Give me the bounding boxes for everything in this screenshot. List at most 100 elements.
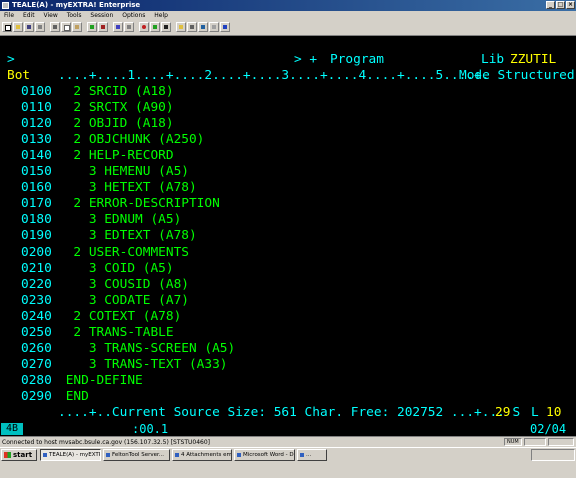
line-number[interactable]: 0250 — [21, 325, 52, 341]
source-code-line[interactable]: 2 SRCID (A18) — [58, 84, 173, 100]
source-code-line[interactable]: 3 TRANS-SCREEN (A5) — [58, 341, 235, 357]
column-ruler: ....+....1....+....2....+....3....+....4… — [58, 68, 490, 83]
taskbar-button[interactable]: TEALE(A) - myEXTRA!... — [40, 449, 101, 461]
new-icon[interactable] — [2, 22, 12, 32]
source-code-line[interactable]: 2 SRCTX (A90) — [58, 100, 173, 116]
system-tray — [531, 449, 575, 461]
menu-help[interactable]: Help — [154, 11, 168, 20]
line-label: L — [531, 405, 539, 420]
source-code-line[interactable]: 2 COTEXT (A78) — [58, 309, 181, 325]
maximize-button[interactable]: □ — [556, 1, 565, 9]
command-prompt[interactable]: > — [7, 52, 15, 68]
library-name: ZZUTIL — [510, 52, 557, 67]
menu-tools[interactable]: Tools — [67, 11, 82, 20]
taskbar-button[interactable]: 4 Attachments emai... — [172, 449, 232, 461]
line-number[interactable]: 0140 — [21, 148, 52, 164]
help-icon[interactable] — [220, 22, 230, 32]
line-number[interactable]: 0120 — [21, 116, 52, 132]
play-icon[interactable] — [150, 22, 160, 32]
source-code-line[interactable]: 2 OBJCHUNK (A250) — [58, 132, 204, 148]
menu-options[interactable]: Options — [122, 11, 145, 20]
close-button[interactable]: × — [566, 1, 575, 9]
statement-count: 29 — [495, 405, 511, 420]
taskbar-button[interactable]: FeltonTool Server... — [103, 449, 170, 461]
print-icon[interactable] — [35, 22, 45, 32]
line-number[interactable]: 0290 — [21, 389, 52, 405]
task-app-icon — [106, 453, 110, 457]
source-code-line[interactable]: END — [58, 389, 89, 405]
paste-icon[interactable] — [72, 22, 82, 32]
stop-icon[interactable] — [161, 22, 171, 32]
menu-view[interactable]: View — [44, 11, 58, 20]
source-code-line[interactable]: 3 EDNUM (A5) — [58, 212, 181, 228]
app-icon[interactable] — [2, 2, 9, 9]
toolbar — [0, 20, 576, 36]
title-bar: TEALE(A) - myEXTRA! Enterprise _ □ × — [0, 0, 576, 11]
minimize-button[interactable]: _ — [546, 1, 555, 9]
line-number[interactable]: 0130 — [21, 132, 52, 148]
save-icon[interactable] — [24, 22, 34, 32]
source-code-line[interactable]: 2 ERROR-DESCRIPTION — [58, 196, 219, 212]
line-number[interactable]: 0170 — [21, 196, 52, 212]
disconnect-icon[interactable] — [98, 22, 108, 32]
line-number[interactable]: 0260 — [21, 341, 52, 357]
source-code-line[interactable]: 3 HEMENU (A5) — [58, 164, 189, 180]
task-app-icon — [237, 453, 241, 457]
record-icon[interactable] — [139, 22, 149, 32]
start-button[interactable]: start — [1, 449, 37, 461]
keyboard-icon[interactable] — [124, 22, 134, 32]
connect-icon[interactable] — [87, 22, 97, 32]
line-number[interactable]: 0220 — [21, 277, 52, 293]
taskbar-button[interactable]: ... — [297, 449, 327, 461]
line-number[interactable]: 0110 — [21, 100, 52, 116]
response-timer: :00.1 — [132, 422, 169, 436]
task-app-icon — [43, 453, 47, 457]
status-cell-3 — [548, 438, 574, 446]
source-code-line[interactable]: 2 OBJID (A18) — [58, 116, 173, 132]
library-label: Lib — [481, 52, 505, 67]
source-code-line[interactable]: 2 TRANS-TABLE — [58, 325, 173, 341]
windows-logo-icon — [4, 452, 11, 458]
open-icon[interactable] — [13, 22, 23, 32]
source-code-line[interactable]: 3 CODATE (A7) — [58, 293, 189, 309]
line-number[interactable]: 0100 — [21, 84, 52, 100]
quickpad-icon[interactable] — [209, 22, 219, 32]
monitor-icon[interactable] — [198, 22, 208, 32]
terminal-screen[interactable]: > > + Program Lib ZZUTIL Bot ....+....1.… — [0, 36, 576, 422]
ftp-icon[interactable] — [176, 22, 186, 32]
line-number[interactable]: 0270 — [21, 357, 52, 373]
line-number[interactable]: 0180 — [21, 212, 52, 228]
source-code-line[interactable]: END-DEFINE — [58, 373, 143, 389]
line-number[interactable]: 0190 — [21, 228, 52, 244]
operator-info-area: 4B :00.1 02/04 — [0, 422, 576, 436]
settings-icon[interactable] — [187, 22, 197, 32]
line-number[interactable]: 0230 — [21, 293, 52, 309]
window-title: TEALE(A) - myEXTRA! Enterprise — [12, 1, 141, 9]
source-size-footer: ....+..Current Source Size: 561 Char. Fr… — [58, 405, 521, 420]
copy-icon[interactable] — [61, 22, 71, 32]
source-code-line[interactable]: 3 TRANS-TEXT (A33) — [58, 357, 228, 373]
line-number[interactable]: 0280 — [21, 373, 52, 389]
taskbar-button[interactable]: Microsoft Word - Doc... — [234, 449, 295, 461]
line-count: 10 — [546, 405, 562, 420]
line-number[interactable]: 0210 — [21, 261, 52, 277]
source-code-line[interactable]: 3 COUSID (A8) — [58, 277, 189, 293]
menu-edit[interactable]: Edit — [23, 11, 35, 20]
menu-session[interactable]: Session — [90, 11, 113, 20]
cursor-position: 02/04 — [530, 422, 567, 436]
task-app-icon — [300, 453, 304, 457]
cut-icon[interactable] — [50, 22, 60, 32]
source-code-line[interactable]: 2 USER-COMMENTS — [58, 245, 189, 261]
line-number[interactable]: 0200 — [21, 245, 52, 261]
command-field[interactable]: > + — [294, 52, 317, 68]
line-number[interactable]: 0240 — [21, 309, 52, 325]
taskbar: start TEALE(A) - myEXTRA!... FeltonTool S… — [0, 447, 576, 462]
source-code-line[interactable]: 2 HELP-RECORD — [58, 148, 173, 164]
source-code-line[interactable]: 3 EDTEXT (A78) — [58, 228, 197, 244]
line-number[interactable]: 0160 — [21, 180, 52, 196]
macro-icon[interactable] — [113, 22, 123, 32]
menu-file[interactable]: File — [4, 11, 14, 20]
source-code-line[interactable]: 3 HETEXT (A78) — [58, 180, 197, 196]
source-code-line[interactable]: 3 COID (A5) — [58, 261, 174, 277]
line-number[interactable]: 0150 — [21, 164, 52, 180]
